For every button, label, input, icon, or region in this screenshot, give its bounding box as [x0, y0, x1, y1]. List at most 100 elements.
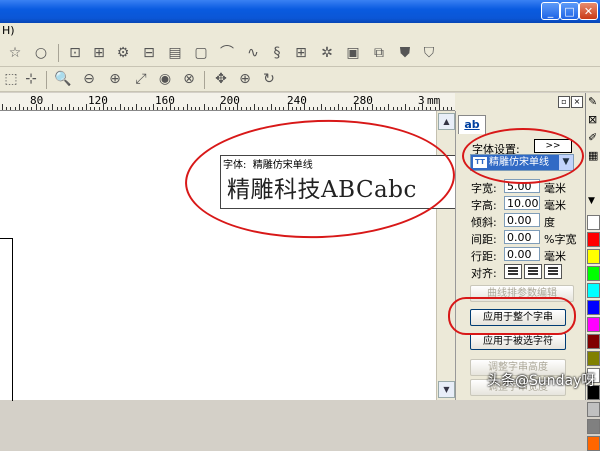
panel-restore-icon[interactable]: ▫	[558, 96, 570, 108]
gear-shape-icon[interactable]: ⚙	[114, 44, 132, 62]
view-3d-icon[interactable]: ◉	[156, 70, 174, 88]
color-swatch[interactable]	[587, 300, 600, 315]
tab-text[interactable]: ab	[458, 115, 486, 134]
circle-icon[interactable]: ○	[32, 44, 50, 62]
horizontal-ruler: 80 120 160 200 240 280 3 mm	[0, 93, 455, 111]
ruler-tick	[111, 107, 113, 110]
ruler-tick	[60, 107, 62, 110]
ruler-tick	[266, 107, 268, 110]
align-left-icon[interactable]	[504, 264, 522, 279]
menu-item-help[interactable]: H)	[2, 24, 15, 37]
zoom-icon[interactable]: ⊕	[236, 70, 254, 88]
toolbar-separator	[58, 44, 59, 62]
ruler-tick	[342, 107, 344, 110]
ruler-tick	[354, 104, 356, 110]
ruler-tick	[430, 107, 432, 110]
transform-icon[interactable]: ⊹	[22, 70, 40, 88]
curve-icon[interactable]: ⌒	[218, 44, 236, 62]
layer-icon[interactable]: ▣	[344, 44, 362, 62]
ruler-tick	[380, 107, 381, 110]
param-label: 倾斜:	[471, 216, 497, 229]
apply-to-selected-button[interactable]: 应用于被选字符	[470, 333, 566, 350]
minimize-button[interactable]: _	[541, 2, 560, 20]
ruler-tick	[296, 107, 297, 110]
ruler-tick	[422, 104, 423, 110]
panel-close-icon[interactable]: ×	[571, 96, 583, 108]
ruler-tick	[94, 107, 96, 110]
ruler-tick	[119, 104, 121, 110]
node-edit-icon[interactable]: ⊡	[66, 44, 84, 62]
ruler-tick	[312, 107, 314, 110]
ruler-tick	[346, 107, 348, 110]
rect-array-icon[interactable]: ▤	[166, 44, 184, 62]
color-swatch[interactable]	[587, 215, 600, 230]
char-height-input[interactable]: 10.00	[504, 196, 540, 210]
grid-icon[interactable]: ⊞	[292, 44, 310, 62]
snowflake-icon[interactable]: ✲	[318, 44, 336, 62]
param-unit: 度	[544, 216, 555, 229]
color-swatch[interactable]	[587, 249, 600, 264]
pan-icon[interactable]: ✥	[212, 70, 230, 88]
ruler-tick	[409, 107, 411, 110]
zoom-in-icon[interactable]: ⊕	[106, 70, 124, 88]
color-swatch[interactable]	[587, 419, 600, 434]
color-swatch[interactable]	[587, 436, 600, 451]
close-button[interactable]: ✕	[579, 2, 598, 20]
spacing-input[interactable]: 0.00	[504, 230, 540, 244]
menu-bar: H)	[0, 23, 600, 40]
color-swatch[interactable]	[587, 351, 600, 366]
param-unit: 毫米	[544, 199, 566, 212]
ruler-tick	[212, 107, 213, 110]
no-fill-icon[interactable]: ⊠	[588, 113, 597, 126]
ruler-tick	[81, 107, 83, 110]
slant-input[interactable]: 0.00	[504, 213, 540, 227]
frame-icon[interactable]: ▢	[192, 44, 210, 62]
copy-layer-icon[interactable]: ⧉	[370, 44, 388, 62]
ruler-tick	[426, 107, 428, 110]
param-unit: %字宽	[544, 233, 577, 246]
scroll-down-button[interactable]: ▼	[438, 381, 455, 398]
spiral-icon[interactable]: §	[268, 44, 286, 62]
palette-scroll-icon[interactable]: ▼	[588, 196, 595, 206]
color-swatch[interactable]	[587, 317, 600, 332]
ruler-tick	[338, 104, 339, 110]
line-spacing-input[interactable]: 0.00	[504, 247, 540, 261]
ruler-tick	[157, 107, 159, 110]
color-swatch[interactable]	[587, 232, 600, 247]
zoom-fit-icon[interactable]: ⤢	[132, 70, 150, 88]
maximize-button[interactable]: □	[560, 2, 579, 20]
align-right-icon[interactable]	[544, 264, 562, 279]
color-swatch[interactable]	[587, 334, 600, 349]
select-icon[interactable]: ⬚	[2, 70, 20, 88]
zoom-window-icon[interactable]: 🔍	[54, 70, 72, 88]
color-swatch[interactable]	[587, 402, 600, 417]
ruler-tick	[451, 107, 453, 110]
shield-icon[interactable]: ⛊	[396, 44, 414, 62]
ruler-tick	[304, 104, 306, 110]
ruler-tick	[279, 107, 281, 110]
group-icon[interactable]: ⊞	[90, 44, 108, 62]
shield-filled-icon[interactable]: ⛉	[420, 44, 438, 62]
ruler-tick	[384, 107, 386, 110]
pen-icon[interactable]: ✐	[588, 131, 597, 144]
view-all-icon[interactable]: ⊗	[180, 70, 198, 88]
zoom-out-icon[interactable]: ⊖	[80, 70, 98, 88]
wave-icon[interactable]: ∿	[244, 44, 262, 62]
pencil-icon[interactable]: ✎	[588, 95, 597, 108]
ruler-tick	[132, 107, 134, 110]
fill-icon[interactable]: ▦	[588, 149, 598, 162]
align-center-icon[interactable]	[524, 264, 542, 279]
ruler-label: 280	[353, 94, 373, 107]
ruler-tick	[107, 107, 108, 110]
refresh-icon[interactable]: ↻	[260, 70, 278, 88]
star-icon[interactable]: ☆	[6, 44, 24, 62]
array-icon[interactable]: ⊟	[140, 44, 158, 62]
ruler-tick	[52, 104, 54, 110]
ruler-tick	[73, 107, 75, 110]
color-swatch[interactable]	[587, 283, 600, 298]
scroll-up-button[interactable]: ▲	[438, 113, 455, 130]
ruler-tick	[195, 107, 197, 110]
ruler-tick	[136, 104, 138, 110]
param-label: 间距:	[471, 233, 497, 246]
color-swatch[interactable]	[587, 266, 600, 281]
